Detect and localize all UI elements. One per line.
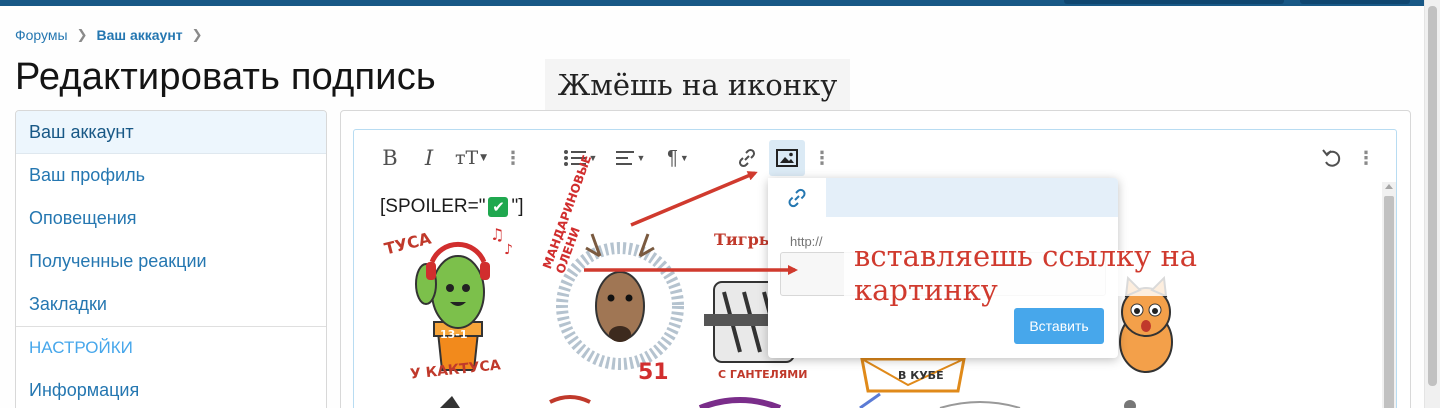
editor-scrollbar-thumb[interactable] [1384,196,1394,408]
undo-icon[interactable] [1318,140,1346,176]
annotation-paste-link: вставляешь ссылку на картинку [844,239,1350,307]
svg-text:♫: ♫ [490,225,504,244]
image-icon[interactable] [769,140,805,176]
page-scrollbar[interactable] [1424,0,1440,408]
cactus-sticker-badge: 13-1 [440,328,468,341]
undo-glyph [1322,149,1341,167]
image-glyph [776,149,798,167]
top-bar-search-tab[interactable] [1064,0,1284,4]
more-icon[interactable]: ⋮ [1357,140,1375,176]
sidebar-item-label: Ваш аккаунт [29,121,134,142]
deer-sticker-image[interactable]: МАНДАРИНОВЫЕ ОЛЕНИ 51 [540,153,700,386]
breadcrumb: Форумы ❯ Ваш аккаунт ❯ [15,27,212,43]
box-sticker-image[interactable]: В КУБЕ [858,355,968,395]
spoiler-suffix: "] [511,196,524,217]
align-icon[interactable]: ▼ [610,140,650,176]
scroll-up-arrow-icon[interactable] [1385,184,1393,189]
text-size-glyph: ᴛT [454,147,479,169]
italic-icon[interactable]: I [416,140,442,176]
sidebar-item-account[interactable]: Ваш аккаунт [16,111,326,154]
svg-text:♪: ♪ [504,242,513,258]
top-navigation-bar [0,0,1424,6]
tigers-sticker-bottom-text: С ГАНТЕЛЯМИ [718,368,808,381]
insert-button[interactable]: Вставить [1014,308,1104,344]
link-glyph [738,148,756,168]
spoiler-bbcode-line[interactable]: [SPOILER=" ✔ "] [380,196,524,218]
sidebar-item-label: Оповещения [29,207,137,228]
tab-by-url[interactable] [768,178,826,217]
sticker-row-2-partial [400,392,1400,408]
sidebar-item-label: Закладки [29,293,107,314]
breadcrumb-forums[interactable]: Форумы [15,27,68,43]
top-bar-user-tab[interactable] [1300,0,1410,4]
bold-icon[interactable]: B [376,140,404,176]
cactus-sticker-image[interactable]: ♫ ♪ ТУСА 13-1 У КАКТУСА [378,222,528,383]
link-icon [788,188,806,207]
check-emoji-icon: ✔ [488,197,509,217]
spoiler-prefix: [SPOILER=" [380,196,486,217]
sidebar-section-settings: НАСТРОЙКИ [16,326,326,369]
account-sidebar: Ваш аккаунт Ваш профиль Оповещения Получ… [15,110,327,408]
more-icon[interactable]: ⋮ [504,140,522,176]
paragraph-icon[interactable]: ¶ ▼ [660,140,696,176]
paragraph-glyph: ¶ [667,146,678,169]
sidebar-item-alerts[interactable]: Оповещения [16,197,326,240]
sidebar-item-label: Полученные реакции [29,250,207,271]
chevron-right-icon: ❯ [76,27,88,42]
text-size-icon[interactable]: ᴛT ▼ [450,140,492,176]
caret-down-icon: ▼ [636,153,646,163]
caret-down-icon: ▼ [480,153,488,163]
sidebar-item-label: Информация [29,379,140,400]
link-icon[interactable] [732,140,762,176]
page-scrollbar-thumb[interactable] [1428,6,1437,386]
sidebar-item-information[interactable]: Информация [16,369,326,408]
caret-down-icon: ▼ [679,153,689,163]
breadcrumb-account[interactable]: Ваш аккаунт [97,27,183,43]
page-title: Редактировать подпись [15,56,436,98]
image-url-label: http:// [790,234,823,249]
sidebar-item-reactions[interactable]: Полученные реакции [16,240,326,283]
tigers-sticker-top-text: Тигры [714,230,775,249]
more-icon[interactable]: ⋮ [813,140,831,176]
annotation-click-icon: Жмёшь на иконку [545,59,850,110]
chevron-right-icon: ❯ [191,27,203,42]
deer-sticker-number: 51 [638,360,669,385]
sidebar-item-bookmarks[interactable]: Закладки [16,283,326,326]
sidebar-item-profile[interactable]: Ваш профиль [16,154,326,197]
editor-toolbar: B I ᴛT ▼ ⋮ ▼ ▼ ¶ ▼ ⋮ ⋮ [354,130,1396,184]
sticker-row-2-art [440,392,1136,408]
box-sticker-text: В КУБЕ [898,369,944,382]
editor-scrollbar[interactable] [1382,182,1396,408]
sidebar-item-label: Ваш профиль [29,164,145,185]
align-glyph [615,151,634,165]
